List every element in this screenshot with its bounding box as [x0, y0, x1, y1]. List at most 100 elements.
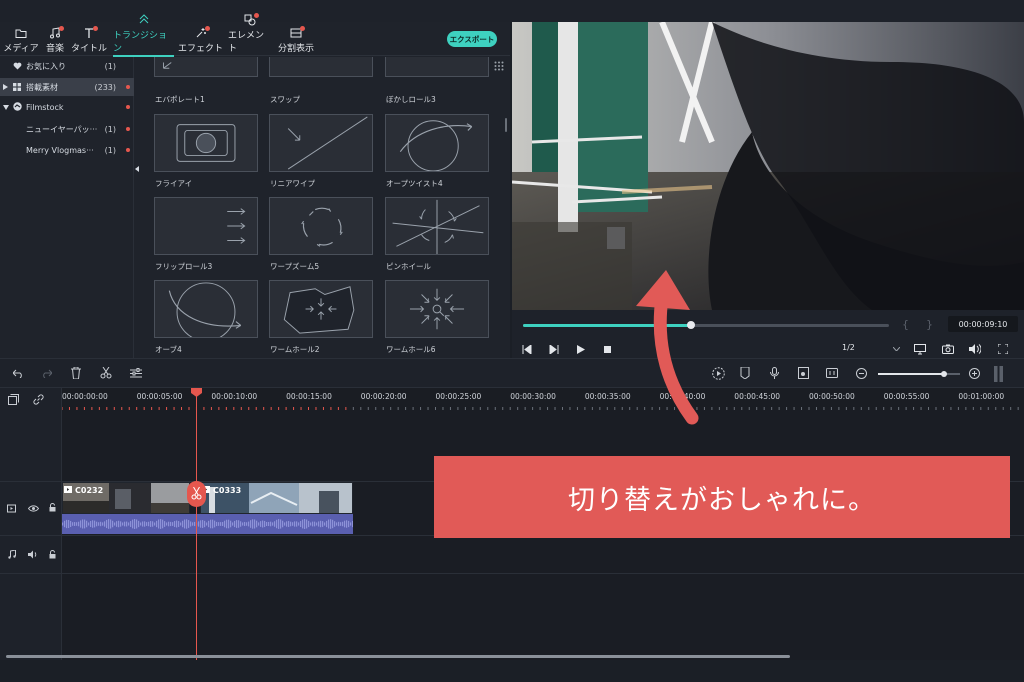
- annotation-banner: 切り替えがおしゃれに。: [434, 456, 1010, 538]
- timecode-display: 00:00:09:10: [948, 316, 1018, 332]
- transition-thumbnail-fly-eye[interactable]: [154, 114, 258, 172]
- speaker-mute-icon[interactable]: [28, 550, 38, 559]
- tab-split-screen[interactable]: 分割表示: [278, 24, 314, 54]
- zoom-in-icon[interactable]: [969, 368, 980, 379]
- notification-dot: [126, 85, 130, 89]
- sidebar-item-label: Merry Vlogmas···: [26, 145, 94, 155]
- eye-visibility-icon[interactable]: [28, 505, 39, 512]
- grid-scrollbar[interactable]: [505, 118, 507, 132]
- link-icon[interactable]: [33, 394, 44, 405]
- player-controls: { } 00:00:09:10 1/2: [512, 310, 1024, 358]
- sidebar-item-filmstock[interactable]: Filmstock: [0, 98, 134, 116]
- volume-icon[interactable]: [969, 344, 981, 354]
- transition-thumbnail[interactable]: [385, 57, 489, 77]
- zoom-slider-handle[interactable]: [940, 371, 947, 377]
- transition-label: フライアイ: [155, 179, 193, 188]
- sidebar-item-favorites[interactable]: お気に入り (1): [0, 57, 134, 75]
- transition-thumbnail[interactable]: [269, 57, 373, 77]
- track-divider: [0, 573, 1024, 574]
- tab-titles[interactable]: タイトル: [71, 24, 107, 54]
- expand-arrow-icon[interactable]: [3, 84, 8, 90]
- zoom-out-icon[interactable]: [856, 368, 867, 379]
- transition-thumbnail[interactable]: [154, 57, 258, 77]
- microphone-icon[interactable]: [770, 367, 779, 379]
- playback-quality-select[interactable]: 1/2: [842, 343, 900, 356]
- waveform-shape: [62, 519, 353, 529]
- transition-thumbnail-orb-twist[interactable]: [385, 114, 489, 172]
- notification-dot: [126, 127, 130, 131]
- play-icon[interactable]: [577, 345, 585, 354]
- transition-thumbnail-flip-roll[interactable]: [154, 197, 258, 255]
- library-tabs: メディア 音楽 タイトル トランジション エフェクト エレメント 分割表示: [0, 13, 510, 57]
- transition-thumbnail-linear-wipe[interactable]: [269, 114, 373, 172]
- text-icon: [83, 26, 98, 39]
- transition-label: フリップロール3: [155, 262, 213, 271]
- ruler-time-label: 00:00:15:00: [286, 392, 332, 401]
- tab-elements[interactable]: エレメント: [228, 13, 272, 54]
- split-scissors-button[interactable]: [187, 481, 206, 507]
- marker-icon[interactable]: [740, 367, 750, 379]
- clip-name: C0232: [75, 486, 104, 495]
- scissors-icon: [191, 487, 202, 500]
- previous-frame-icon[interactable]: [522, 345, 532, 354]
- annotation-arrow-icon: [636, 270, 699, 425]
- audio-mixer-icon[interactable]: [798, 367, 809, 379]
- category-sidebar: お気に入り (1) 搭載素材 (233) Filmstock ニューイヤーパッ·…: [0, 57, 139, 358]
- transition-thumbnail-warp-zoom[interactable]: [269, 197, 373, 255]
- timeline-scrollbar[interactable]: [6, 655, 790, 658]
- ruler-time-label: 00:01:00:00: [958, 392, 1005, 401]
- lock-icon[interactable]: [49, 503, 56, 512]
- adjust-sliders-icon[interactable]: [130, 368, 142, 379]
- tab-label: メディア: [3, 44, 39, 54]
- tab-label: エフェクト: [178, 44, 224, 54]
- ruler-time-label: 00:00:30:00: [510, 392, 556, 401]
- transition-thumbnail-orb[interactable]: [154, 280, 258, 342]
- transition-thumbnail-wormhole-2[interactable]: [269, 280, 373, 338]
- tab-label: エレメント: [228, 31, 265, 54]
- notification-dot: [254, 13, 259, 18]
- tab-music[interactable]: 音楽: [44, 24, 66, 54]
- next-frame-icon[interactable]: [549, 345, 559, 354]
- add-track-icon[interactable]: [8, 394, 19, 405]
- audio-waveform[interactable]: [62, 514, 353, 534]
- playhead-handle[interactable]: [191, 388, 202, 397]
- lock-icon[interactable]: [49, 550, 56, 559]
- element-icon: [244, 13, 259, 26]
- mark-in-icon[interactable]: {: [902, 318, 909, 331]
- collapse-arrow-icon[interactable]: [3, 105, 9, 110]
- snapshot-camera-icon[interactable]: [942, 344, 954, 354]
- caption-icon[interactable]: [826, 368, 838, 378]
- timeline-options-icon[interactable]: [994, 366, 1003, 382]
- transition-label: オーブ4: [155, 345, 182, 354]
- playhead-line: [196, 388, 197, 660]
- timeline-ruler[interactable]: 00:00:00:00 00:00:05:00 00:00:10:00 00:00:1…: [62, 388, 1024, 410]
- notification-dot: [204, 26, 210, 31]
- display-settings-icon[interactable]: [914, 344, 926, 355]
- tab-media[interactable]: メディア: [3, 24, 39, 54]
- notification-dot: [93, 26, 98, 31]
- tab-label: トランジション: [113, 31, 168, 54]
- tab-effects[interactable]: エフェクト: [178, 24, 223, 54]
- tab-label: 分割表示: [278, 44, 315, 54]
- sidebar-item-newyear-pack[interactable]: ニューイヤーパッ··· (1): [0, 120, 134, 138]
- delete-trash-icon[interactable]: [71, 367, 81, 379]
- sidebar-item-count: (1): [104, 124, 116, 134]
- undo-icon[interactable]: [13, 369, 24, 378]
- collapse-sidebar-icon[interactable]: [135, 166, 139, 172]
- filmstock-logo-icon: [13, 102, 22, 111]
- ruler-time-label: 00:00:55:00: [883, 392, 930, 401]
- export-button[interactable]: エクスポート: [447, 31, 497, 47]
- preview-frame-image: [512, 22, 1024, 310]
- audio-track-icon: [8, 550, 16, 559]
- redo-icon[interactable]: [41, 369, 52, 378]
- fullscreen-icon[interactable]: [998, 344, 1008, 354]
- transition-thumbnail-pinwheel[interactable]: [385, 197, 489, 255]
- ruler-time-label: 00:00:10:00: [211, 392, 258, 401]
- notification-dot: [300, 26, 305, 31]
- sidebar-item-merry-vlogmas[interactable]: Merry Vlogmas··· (1): [0, 141, 134, 159]
- tab-transitions[interactable]: トランジション: [113, 14, 174, 57]
- mark-out-icon[interactable]: }: [926, 318, 933, 331]
- sidebar-item-builtin[interactable]: 搭載素材 (233): [0, 78, 134, 96]
- scissors-split-icon[interactable]: [100, 367, 112, 379]
- transition-thumbnail-wormhole-6[interactable]: [385, 280, 489, 338]
